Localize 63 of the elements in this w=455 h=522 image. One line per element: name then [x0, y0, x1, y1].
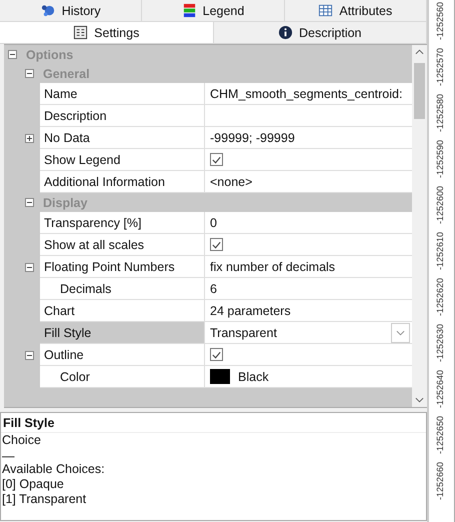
property-value: fix number of decimals — [210, 260, 336, 274]
help-choice: [0] Opaque — [1, 477, 65, 492]
category-label: Options — [26, 48, 74, 62]
property-name[interactable]: Additional Information — [40, 171, 205, 193]
checkbox[interactable] — [210, 238, 223, 251]
ruler-label: -1252610 — [435, 232, 445, 270]
property-value: <none> — [210, 174, 252, 188]
property-name[interactable]: Floating Point Numbers — [40, 256, 205, 278]
scroll-up-icon[interactable] — [415, 49, 424, 55]
ruler-label: -1252580 — [435, 94, 445, 132]
help-text: Choice — [1, 433, 42, 448]
help-choice: [1] Transparent — [1, 492, 88, 507]
checkbox[interactable] — [210, 348, 223, 361]
tab[interactable]: Description — [214, 22, 427, 43]
category-label: General — [43, 66, 90, 80]
ruler-label: -1252630 — [435, 324, 445, 362]
scroll-thumb[interactable] — [414, 63, 425, 119]
expander-icon[interactable] — [25, 350, 34, 360]
info-icon — [278, 25, 293, 40]
property-name[interactable]: No Data — [40, 127, 205, 149]
scrollbar[interactable] — [412, 45, 427, 407]
help-title: Fill Style — [1, 415, 426, 433]
property-name[interactable]: Description — [40, 105, 205, 127]
property-value: 24 parameters — [210, 304, 291, 318]
ruler-label: -1252570 — [435, 48, 445, 86]
legend-icon — [182, 3, 197, 18]
property-name[interactable]: Show at all scales — [40, 234, 205, 256]
category-label: Display — [43, 196, 88, 210]
help-text: Available Choices: — [1, 462, 106, 477]
expander-icon[interactable] — [25, 69, 34, 78]
tab[interactable]: Attributes — [284, 0, 427, 21]
property-value: -99999; -99999 — [210, 130, 295, 144]
expander-icon[interactable] — [8, 50, 17, 59]
property-name[interactable]: Chart — [40, 300, 205, 322]
expander-icon[interactable] — [25, 198, 34, 207]
property-name[interactable]: Show Legend — [40, 149, 205, 171]
property-name[interactable]: Color — [40, 366, 205, 388]
ruler-label: -1252640 — [435, 370, 445, 408]
property-value: 0 — [210, 216, 217, 230]
property-value: 6 — [210, 282, 217, 296]
checkbox[interactable] — [210, 153, 223, 166]
property-name[interactable]: Name — [40, 83, 205, 105]
expander-icon[interactable] — [25, 262, 34, 272]
property-name[interactable]: Outline — [40, 344, 205, 366]
ruler-label: -1252560 — [435, 2, 445, 40]
ruler-label: -1252600 — [435, 186, 445, 224]
ruler-label: -1252590 — [435, 140, 445, 178]
table-icon — [318, 3, 334, 18]
expander-icon[interactable] — [25, 134, 34, 142]
ruler-label: -1252660 — [435, 462, 445, 500]
help-separator: — — [1, 450, 16, 462]
property-name[interactable]: Decimals — [40, 278, 205, 300]
property-name[interactable]: Transparency [%] — [40, 212, 205, 234]
ruler-label: -1252650 — [435, 416, 445, 454]
dropdown-value[interactable]: Transparent — [210, 326, 383, 340]
tab[interactable]: Settings — [0, 22, 214, 43]
ruler-label: -1252620 — [435, 278, 445, 316]
scroll-down-icon[interactable] — [415, 397, 424, 403]
property-value: CHM_smooth_segments_centroid: — [210, 86, 402, 100]
form-icon — [73, 25, 88, 40]
property-value: Black — [238, 370, 269, 384]
property-name[interactable]: Fill Style — [40, 322, 205, 344]
chevron-down-icon — [396, 330, 405, 336]
